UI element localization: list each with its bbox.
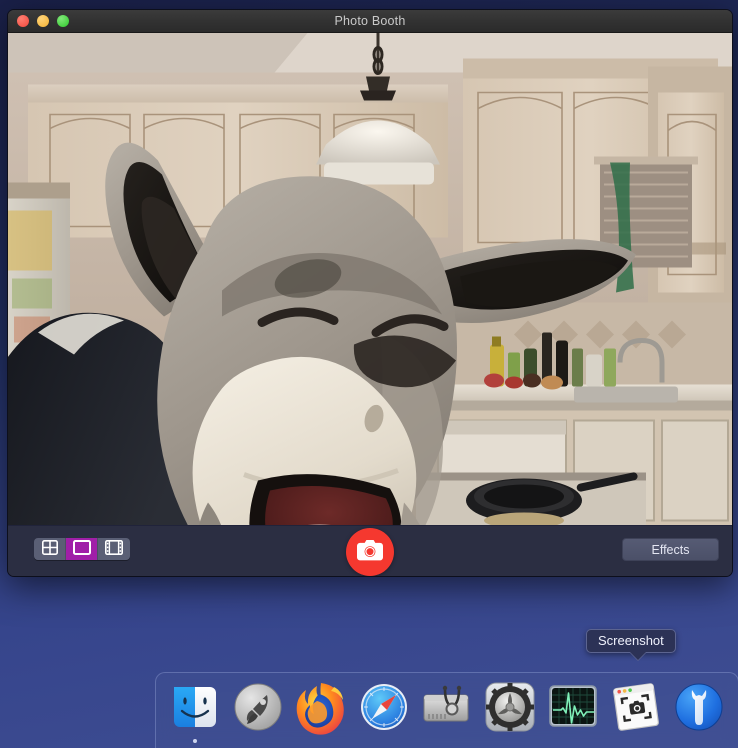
mode-single-photo-button[interactable] bbox=[66, 538, 98, 560]
desktop: Photo Booth Effects Screenshot bbox=[0, 0, 738, 748]
photo-booth-window: Photo Booth Effects bbox=[7, 9, 733, 577]
dock-item-firefox[interactable] bbox=[290, 679, 353, 748]
photo-booth-toolbar: Effects bbox=[8, 525, 732, 576]
webcam-preview bbox=[8, 33, 732, 525]
firefox-icon bbox=[293, 679, 349, 735]
minimize-button[interactable] bbox=[37, 15, 49, 27]
window-title: Photo Booth bbox=[334, 14, 406, 28]
effects-button[interactable]: Effects bbox=[622, 538, 719, 561]
screenshot-window-icon bbox=[608, 679, 664, 735]
compass-icon bbox=[356, 679, 412, 735]
zoom-button[interactable] bbox=[57, 15, 69, 27]
dock-item-safari[interactable] bbox=[353, 679, 416, 748]
mode-movie-button[interactable] bbox=[98, 538, 130, 560]
film-strip-icon bbox=[105, 540, 123, 558]
capture-mode-segmented-control[interactable] bbox=[34, 538, 130, 560]
single-photo-icon bbox=[72, 540, 91, 558]
finder-icon bbox=[167, 679, 223, 735]
window-titlebar[interactable]: Photo Booth bbox=[8, 10, 732, 33]
dock bbox=[155, 672, 738, 748]
dock-item-finder[interactable] bbox=[164, 679, 227, 748]
dock-item-system-preferences[interactable] bbox=[478, 679, 541, 748]
running-indicator-dot bbox=[193, 739, 198, 743]
wrench-icon bbox=[671, 679, 727, 735]
ekg-monitor-icon bbox=[545, 679, 601, 735]
close-button[interactable] bbox=[17, 15, 29, 27]
tooltip-arrow bbox=[630, 652, 646, 660]
tooltip-label: Screenshot bbox=[586, 629, 676, 653]
shutter-button[interactable] bbox=[346, 528, 394, 576]
disk-stethoscope-icon bbox=[419, 679, 475, 735]
dock-item-disk-utility[interactable] bbox=[416, 679, 479, 748]
dock-item-screenshot[interactable] bbox=[604, 679, 667, 748]
gear-icon bbox=[482, 679, 538, 735]
dock-item-utility-wrench[interactable] bbox=[667, 679, 730, 748]
mode-four-up-button[interactable] bbox=[34, 538, 66, 560]
camera-icon bbox=[357, 540, 383, 564]
dock-item-launchpad[interactable] bbox=[227, 679, 290, 748]
rocket-icon bbox=[230, 679, 286, 735]
grid-4up-icon bbox=[41, 540, 58, 558]
dock-tooltip: Screenshot bbox=[586, 629, 676, 660]
dock-item-activity-monitor[interactable] bbox=[541, 679, 604, 748]
traffic-light-group bbox=[17, 10, 69, 32]
